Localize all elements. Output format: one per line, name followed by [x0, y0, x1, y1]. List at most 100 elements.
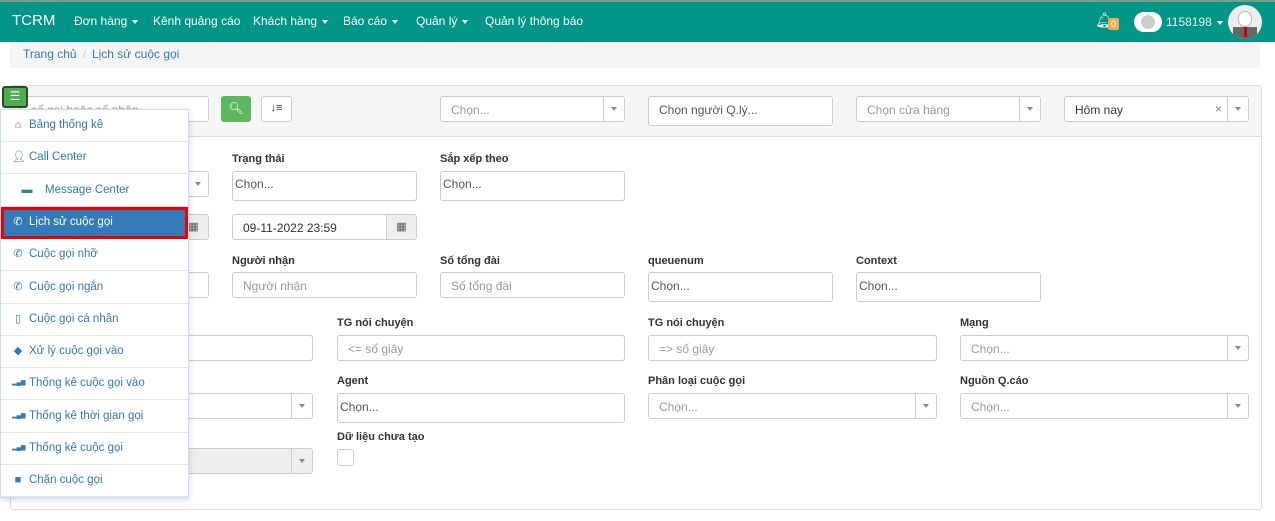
signal-icon: ▂▄▆ — [12, 380, 26, 387]
date-value: 09-11-2022 23:59 — [243, 221, 337, 235]
chevron-down-icon — [915, 394, 936, 418]
chevron-down-icon — [1019, 97, 1040, 121]
phone-icon: ✆ — [13, 280, 23, 293]
caret-down-icon — [392, 19, 399, 24]
caret-down-icon — [132, 19, 139, 24]
queuenum-select[interactable]: Chọn... — [648, 272, 833, 302]
menu-item[interactable]: ◆ Xử lý cuộc gọi vào — [1, 336, 188, 369]
menu-item-label: Cuộc gọi cá nhân — [29, 312, 119, 325]
user-menu[interactable]: 1158198 — [1166, 15, 1223, 29]
status-label: Trạng thái — [232, 153, 285, 165]
menu-item-label: Message Center — [45, 183, 130, 196]
chevron-down-icon — [291, 449, 312, 473]
menu-item[interactable]: ■ Chặn cuộc gọi — [1, 465, 188, 498]
clear-icon[interactable]: × — [1215, 102, 1222, 116]
toolbar-select[interactable]: Chọn... — [440, 96, 625, 122]
menu-item[interactable]: ▬ Message Center — [1, 175, 188, 207]
nav-label: Báo cáo — [343, 14, 388, 28]
sort-button[interactable]: ↓≡ — [261, 96, 292, 122]
select-value: Chọn... — [971, 400, 1010, 414]
phone-icon: ✆ — [13, 248, 23, 261]
menu-item-label: Cuộc gọi nhỡ — [29, 248, 98, 261]
date-range-select[interactable]: Hôm nay × — [1064, 96, 1249, 122]
menu-item[interactable]: ▂▄▆ Thống kê cuộc gọi — [1, 433, 188, 465]
comment-icon: ▬ — [21, 183, 33, 196]
nav-label: Quản lý — [416, 14, 458, 28]
menu-item-label: Xử lý cuộc gọi vào — [29, 345, 124, 358]
agent-select[interactable]: Chọn... — [337, 393, 625, 423]
menu-item[interactable]: ▂▄▆ Thống kê thời gian gọi — [1, 401, 188, 433]
no-data-checkbox[interactable] — [337, 449, 354, 466]
notification-badge: 0 — [1108, 18, 1120, 30]
menu-item[interactable]: ▂▄▆ Thống kê cuộc gọi vào — [1, 368, 188, 401]
nav-notification-management[interactable]: Quản lý thông báo — [485, 14, 583, 28]
select-value: Chọn... — [451, 103, 490, 117]
caret-down-icon — [322, 19, 329, 24]
talk-min-label: TG nói chuyện — [337, 317, 414, 329]
call-center-menu: ⌂ Bảng thống kê 👤︎ Call Center ▬ Message Cent… — [0, 109, 189, 498]
network-select[interactable]: Chọn... — [960, 335, 1249, 361]
nav-customers[interactable]: Khách hàng — [253, 14, 329, 28]
user-avatar[interactable] — [1228, 5, 1262, 39]
store-select[interactable]: Chọn cửa hàng — [856, 96, 1041, 122]
talk-max-input[interactable]: => số giây — [648, 335, 937, 361]
phone-icon: ✆ — [13, 215, 23, 228]
user-avatar-small[interactable] — [1134, 12, 1162, 32]
network-label: Mạng — [960, 317, 989, 329]
context-select[interactable]: Chọn... — [856, 272, 1041, 302]
caret-down-icon — [462, 19, 469, 24]
date-to-input[interactable]: 09-11-2022 23:59 ▦ — [232, 214, 417, 240]
select-value: Hôm nay — [1075, 103, 1124, 117]
tags-icon: ◆ — [13, 345, 23, 358]
search-button[interactable]: 🔍︎ — [221, 96, 251, 122]
breadcrumb-home[interactable]: Trang chủ — [23, 47, 77, 61]
nav-ad-channels[interactable]: Kênh quảng cáo — [153, 14, 240, 28]
menu-item-label: Cuộc gọi ngắn — [29, 280, 104, 293]
select-value: Chọn... — [971, 342, 1010, 356]
calendar-icon[interactable]: ▦ — [386, 215, 416, 239]
call-type-label: Phân loại cuộc gọi — [648, 375, 746, 387]
ad-source-select[interactable]: Chọn... — [960, 393, 1249, 419]
talk-min-input[interactable]: <= số giây — [337, 335, 625, 361]
menu-item-label: Thống kê cuộc gọi vào — [29, 377, 145, 390]
menu-item[interactable]: ▯ Cuộc gọi cá nhân — [1, 304, 188, 336]
navbar: TCRM Đơn hàng Kênh quảng cáo Khách hàng … — [0, 0, 1275, 42]
home-icon: ⌂ — [14, 119, 22, 131]
sort-label: Sắp xếp theo — [440, 153, 509, 165]
menu-item-label: Bảng thống kê — [29, 119, 104, 131]
menu-item-label: Thống kê thời gian gọi — [29, 409, 144, 422]
nav-label: Kênh quảng cáo — [153, 14, 241, 28]
nav-label: Khách hàng — [253, 14, 318, 28]
chevron-down-icon — [187, 172, 208, 196]
call-type-select[interactable]: Chọn... — [648, 393, 937, 419]
select-value: Chọn cửa hàng — [867, 103, 950, 117]
chevron-down-icon — [291, 394, 312, 418]
nav-reports[interactable]: Báo cáo — [343, 14, 399, 28]
status-select[interactable]: Chọn... — [232, 171, 417, 201]
mobile-icon: ▯ — [14, 312, 22, 325]
nav-label: Quản lý thông báo — [485, 14, 584, 28]
brand-logo[interactable]: TCRM — [12, 12, 55, 29]
nav-management[interactable]: Quản lý — [416, 14, 469, 28]
menu-item[interactable]: 👤︎ Call Center — [1, 142, 188, 175]
queuenum-label: queuenum — [648, 255, 704, 267]
user-id: 1158198 — [1166, 15, 1212, 29]
menu-item[interactable]: ✆ Lịch sử cuộc gọi — [1, 206, 188, 239]
menu-item[interactable]: ✆ Cuộc gọi ngắn — [1, 272, 188, 304]
menu-toggle-button[interactable]: ☰ — [2, 86, 28, 108]
manager-select[interactable]: Chọn người Q.lý... — [648, 96, 833, 126]
sort-select[interactable]: Chọn... — [440, 171, 625, 201]
sort-icon: ↓≡ — [270, 102, 283, 114]
receiver-label: Người nhận — [232, 255, 295, 267]
search-icon: 🔍︎ — [228, 101, 244, 115]
ad-source-label: Nguồn Q.cáo — [960, 375, 1029, 387]
nav-orders[interactable]: Đơn hàng — [74, 14, 139, 28]
switchboard-input[interactable]: Số tổng đài — [440, 272, 625, 298]
menu-item[interactable]: ✆ Cuộc gọi nhỡ — [1, 239, 188, 272]
menu-item[interactable]: ⌂ Bảng thống kê — [1, 110, 188, 142]
chevron-down-icon — [1227, 394, 1248, 418]
signal-icon: ▂▄▆ — [12, 445, 26, 451]
menu-icon: ☰ — [9, 89, 21, 103]
agent-label: Agent — [337, 375, 369, 387]
receiver-input[interactable]: Người nhận — [232, 272, 417, 298]
